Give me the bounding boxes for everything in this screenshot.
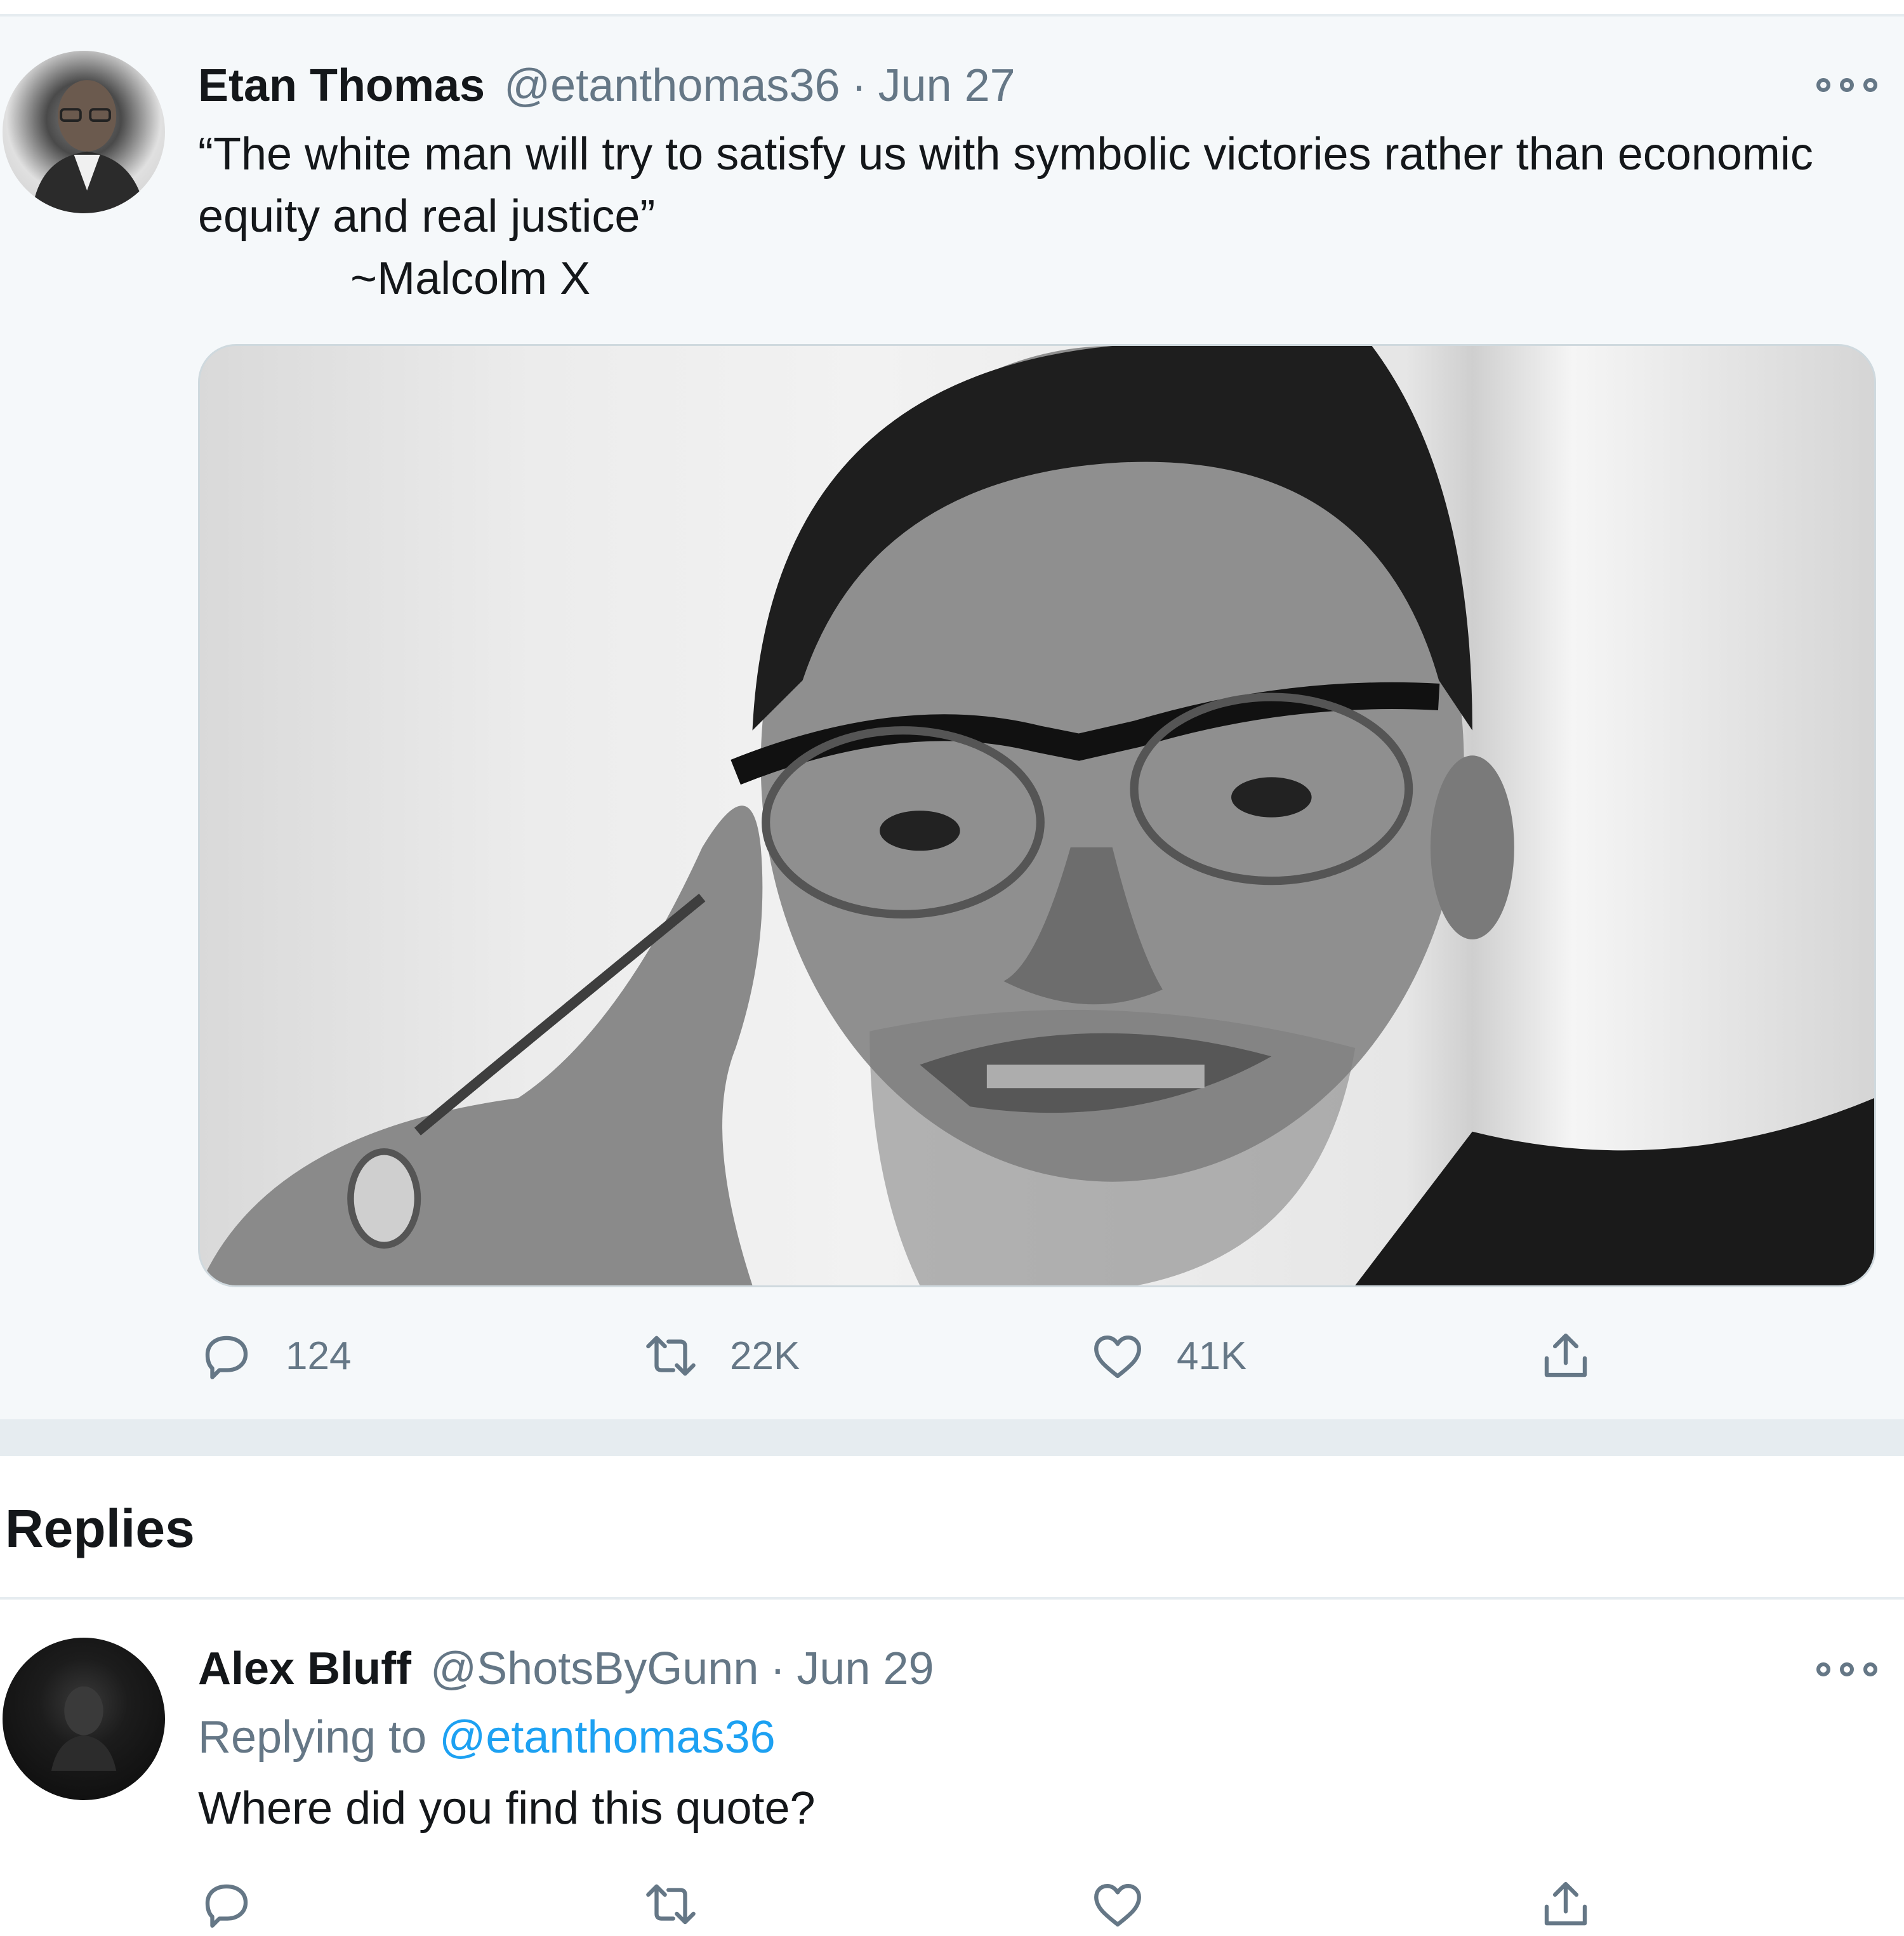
- retweet-icon: [646, 1884, 696, 1925]
- reply-header-separator: ·: [770, 1643, 786, 1694]
- avatar-photo-icon: [51, 1686, 117, 1771]
- reply-retweet-button[interactable]: [642, 1873, 699, 1936]
- reply-header: Alex Bluff @ShotsByGunn · Jun 29: [198, 1640, 934, 1697]
- reply-author-handle[interactable]: @ShotsByGunn: [430, 1640, 758, 1697]
- avatar-photo-icon: [32, 80, 146, 213]
- replying-to-label: Replying to: [198, 1712, 427, 1763]
- tweet-header: Etan Thomas @etanthomas36 · Jun 27: [198, 57, 1015, 114]
- reply-button[interactable]: 124: [198, 1324, 351, 1388]
- retweet-count: 22K: [730, 1334, 800, 1378]
- replying-to-line: Replying to @etanthomas36: [198, 1709, 776, 1766]
- reply-icon: [205, 1336, 248, 1379]
- tweet-media[interactable]: [198, 344, 1876, 1287]
- reply-reply-button[interactable]: [198, 1873, 255, 1936]
- author-handle[interactable]: @etanthomas36: [504, 57, 840, 114]
- replies-divider: [0, 1597, 1904, 1600]
- tweet-text: “The white man will try to satisfy us wi…: [198, 129, 1813, 304]
- reply-count: 124: [286, 1334, 352, 1378]
- like-button[interactable]: 41K: [1089, 1324, 1246, 1388]
- heart-icon: [1094, 1883, 1141, 1927]
- author-name[interactable]: Etan Thomas: [198, 57, 485, 114]
- reply-icon: [205, 1884, 248, 1928]
- reply-text: Where did you find this quote?: [198, 1783, 816, 1834]
- section-gap: [0, 1419, 1904, 1456]
- reply-author-name[interactable]: Alex Bluff: [198, 1640, 411, 1697]
- share-icon: [1544, 1333, 1587, 1377]
- reply-author-avatar[interactable]: [3, 1638, 165, 1800]
- portrait-photo-icon: [200, 346, 1874, 1285]
- heart-icon: [1094, 1335, 1141, 1379]
- like-count: 41K: [1177, 1334, 1247, 1378]
- more-icon[interactable]: [1816, 1657, 1877, 1682]
- replying-to-mention[interactable]: @etanthomas36: [439, 1712, 775, 1763]
- more-icon[interactable]: [1816, 72, 1877, 98]
- share-button[interactable]: [1537, 1324, 1594, 1388]
- share-icon: [1544, 1881, 1587, 1926]
- reply-like-button[interactable]: [1089, 1873, 1146, 1936]
- reply-date[interactable]: Jun 29: [797, 1640, 934, 1697]
- header-separator: ·: [851, 60, 867, 111]
- tweet-actions: 124 22K 41K: [198, 1324, 1721, 1388]
- tweet-date[interactable]: Jun 27: [878, 57, 1015, 114]
- reply-actions: [198, 1873, 1721, 1936]
- author-avatar[interactable]: [3, 51, 165, 213]
- retweet-icon: [646, 1336, 696, 1376]
- replies-heading: Replies: [5, 1499, 195, 1558]
- reply-share-button[interactable]: [1537, 1873, 1594, 1936]
- retweet-button[interactable]: 22K: [642, 1324, 800, 1388]
